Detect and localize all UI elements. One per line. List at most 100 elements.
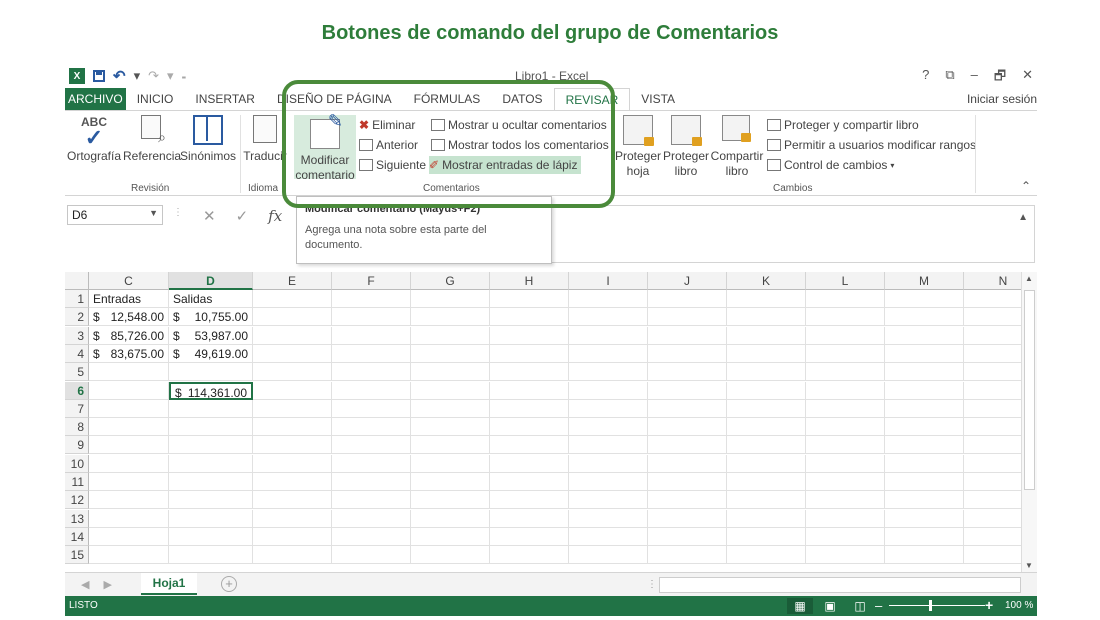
- grid-cell[interactable]: [569, 473, 648, 491]
- grid-cell[interactable]: [648, 436, 727, 455]
- grid-cell[interactable]: [806, 527, 885, 546]
- zoom-out-icon[interactable]: –: [875, 598, 882, 613]
- grid-cell[interactable]: [806, 399, 885, 418]
- column-header[interactable]: F: [332, 272, 411, 290]
- redo-icon[interactable]: ↷: [148, 68, 159, 84]
- grid-cell[interactable]: [806, 509, 885, 528]
- mostrar-entradas-lapiz-button[interactable]: ✐ Mostrar entradas de lápiz: [429, 156, 582, 174]
- grid-cell[interactable]: [411, 326, 490, 345]
- grid-cell[interactable]: [490, 344, 569, 363]
- control-cambios-button[interactable]: Control de cambios ▾: [767, 156, 894, 174]
- grid-cell[interactable]: [569, 509, 648, 528]
- column-header[interactable]: L: [806, 272, 885, 290]
- help-icon[interactable]: ?: [922, 67, 929, 89]
- grid-cell[interactable]: [648, 381, 727, 400]
- sinonimos-button[interactable]: Sinónimos: [179, 115, 237, 164]
- grid-cell[interactable]: [727, 454, 806, 473]
- grid-cell[interactable]: [490, 381, 569, 400]
- modificar-comentario-button[interactable]: Modificar comentario: [294, 114, 356, 182]
- grid-cell[interactable]: [253, 546, 332, 565]
- grid-cell[interactable]: [490, 436, 569, 455]
- grid-cell[interactable]: [885, 344, 964, 363]
- prev-sheet-icon[interactable]: ◀: [81, 578, 89, 591]
- row-header[interactable]: 12: [65, 491, 89, 510]
- grid-cell[interactable]: [648, 290, 727, 308]
- grid-cell[interactable]: $12,548.00: [89, 308, 169, 327]
- grid-cell[interactable]: [648, 509, 727, 528]
- grid-cell[interactable]: [648, 473, 727, 491]
- grid-cell[interactable]: $85,726.00: [89, 326, 169, 345]
- grid-cell[interactable]: [569, 363, 648, 382]
- grid-cell[interactable]: [648, 454, 727, 473]
- grid-cell[interactable]: [569, 399, 648, 418]
- grid-cell[interactable]: [885, 509, 964, 528]
- grid-cell[interactable]: [885, 491, 964, 510]
- row-header[interactable]: 9: [65, 436, 89, 455]
- grid-cell[interactable]: [89, 454, 169, 473]
- grid-cell[interactable]: [89, 509, 169, 528]
- grid-cell[interactable]: [411, 436, 490, 455]
- grid-cell[interactable]: [727, 436, 806, 455]
- undo-dropdown-icon[interactable]: ▾: [134, 68, 141, 84]
- grid-cell[interactable]: [411, 527, 490, 546]
- customize-qat-icon[interactable]: ₌: [182, 71, 187, 82]
- grid-cell[interactable]: [332, 381, 411, 400]
- proteger-hoja-button[interactable]: Proteger hoja: [615, 115, 661, 179]
- grid-cell[interactable]: [253, 344, 332, 363]
- grid-cell[interactable]: [806, 454, 885, 473]
- horizontal-scrollbar[interactable]: [659, 577, 1021, 593]
- grid-cell[interactable]: [569, 491, 648, 510]
- grid-cell[interactable]: [89, 436, 169, 455]
- grid-cell[interactable]: [806, 363, 885, 382]
- grid-cell[interactable]: [806, 381, 885, 400]
- grid-cell[interactable]: [885, 290, 964, 308]
- grid-cell[interactable]: [806, 326, 885, 345]
- grid-cell[interactable]: [411, 509, 490, 528]
- row-header[interactable]: 14: [65, 527, 89, 546]
- spreadsheet-grid[interactable]: C D E F G H I J K L M N 1 Entradas Salidas 2 $12,548.00 $…: [65, 272, 1037, 570]
- eliminar-button[interactable]: ✖ Eliminar: [359, 116, 415, 134]
- tab-vista[interactable]: VISTA: [630, 88, 686, 110]
- add-sheet-icon[interactable]: +: [221, 576, 237, 592]
- grid-cell[interactable]: [648, 491, 727, 510]
- grid-cell[interactable]: [648, 308, 727, 327]
- grid-cell[interactable]: [727, 527, 806, 546]
- redo-dropdown-icon[interactable]: ▾: [167, 68, 174, 84]
- grid-cell[interactable]: [727, 290, 806, 308]
- grid-cell[interactable]: [727, 418, 806, 437]
- grid-cell[interactable]: [885, 527, 964, 546]
- grid-cell[interactable]: [253, 527, 332, 546]
- undo-icon[interactable]: ↶: [113, 67, 126, 85]
- grid-cell[interactable]: [490, 473, 569, 491]
- grid-cell[interactable]: [332, 344, 411, 363]
- grid-cell[interactable]: [89, 491, 169, 510]
- grid-cell[interactable]: [169, 418, 253, 437]
- grid-cell[interactable]: [727, 509, 806, 528]
- scroll-down-icon[interactable]: ▼: [1025, 561, 1033, 570]
- grid-cell[interactable]: [169, 436, 253, 455]
- traducir-button[interactable]: Traducir: [242, 115, 288, 164]
- close-icon[interactable]: ✕: [1022, 67, 1033, 89]
- row-header[interactable]: 13: [65, 509, 89, 528]
- insert-function-icon[interactable]: fx: [268, 207, 282, 225]
- grid-cell[interactable]: [806, 290, 885, 308]
- grid-cell[interactable]: [169, 363, 253, 382]
- grid-cell[interactable]: [569, 527, 648, 546]
- grid-cell[interactable]: [411, 344, 490, 363]
- grid-cell[interactable]: [569, 546, 648, 565]
- page-break-view-icon[interactable]: ◫: [847, 598, 873, 614]
- row-header[interactable]: 4: [65, 344, 89, 363]
- grid-cell[interactable]: [490, 326, 569, 345]
- grid-cell[interactable]: [89, 473, 169, 491]
- sheet-tab-hoja1[interactable]: Hoja1: [141, 573, 197, 595]
- grid-cell[interactable]: [806, 473, 885, 491]
- select-all-corner[interactable]: [65, 272, 89, 290]
- row-header[interactable]: 3: [65, 326, 89, 345]
- zoom-slider-thumb[interactable]: [929, 600, 933, 611]
- column-header[interactable]: I: [569, 272, 648, 290]
- grid-cell[interactable]: [411, 491, 490, 510]
- grid-cell[interactable]: [332, 363, 411, 382]
- grid-cell[interactable]: [727, 546, 806, 565]
- grid-cell[interactable]: [411, 363, 490, 382]
- cancel-icon[interactable]: ✕: [203, 207, 216, 225]
